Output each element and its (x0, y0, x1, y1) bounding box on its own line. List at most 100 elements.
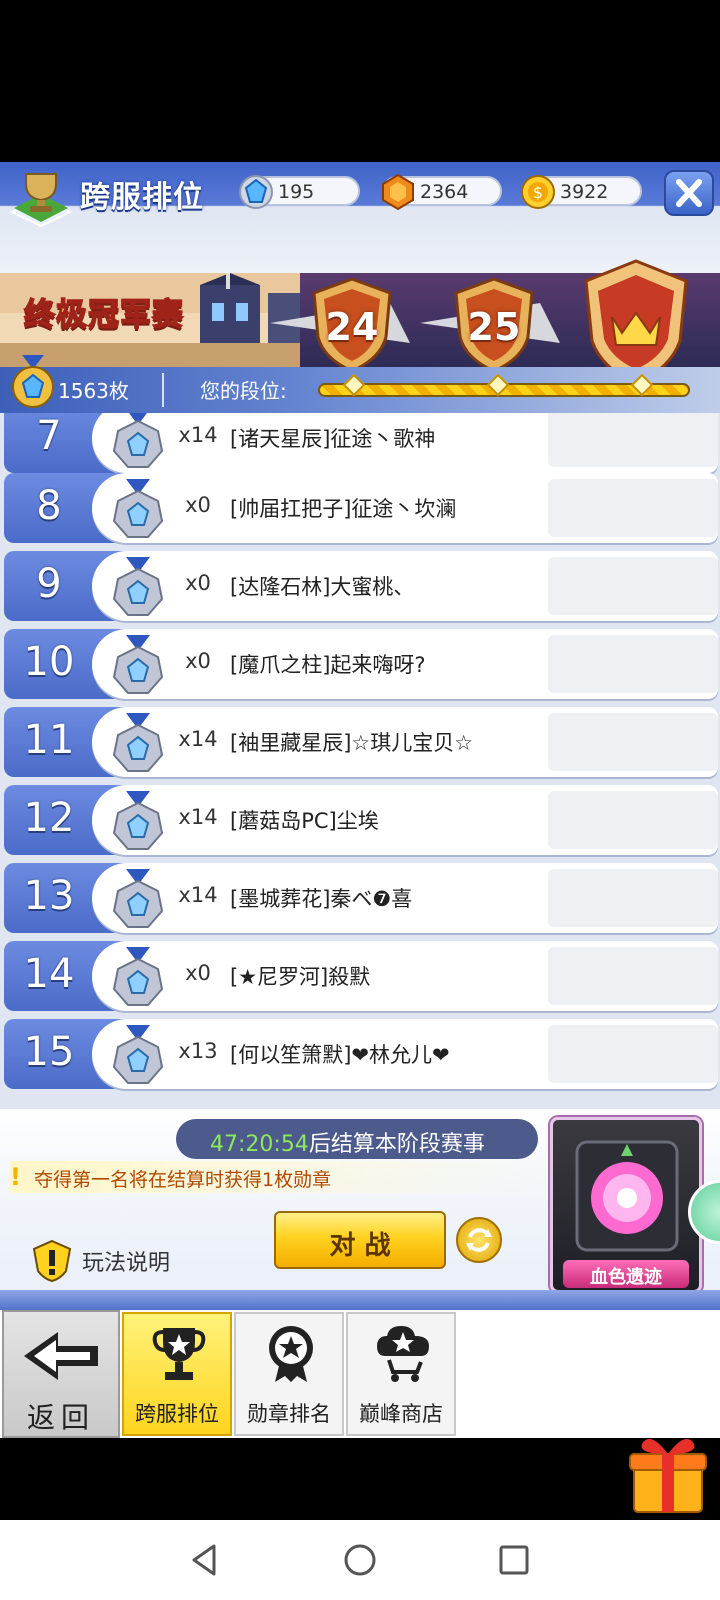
bottom-panel: 47:20:54后结算本阶段赛事 ! 夺得第一名将在结算时获得1枚勋章 玩法说明… (0, 1109, 720, 1309)
currency-value: 2364 (420, 181, 469, 203)
medal-count: x13 (178, 1039, 218, 1063)
medal-stack-icon (112, 713, 164, 772)
rank-number: 11 (23, 717, 75, 763)
ranking-row[interactable]: 12 x14 [蘑菇岛PC]尘埃 (4, 785, 718, 855)
blood-ruins-portal[interactable]: 血色遗迹 (550, 1117, 702, 1293)
gift-box-icon[interactable] (626, 1426, 710, 1516)
timer-suffix: 后结算本阶段赛事 (308, 1132, 485, 1157)
player-name: [帅届扛把子]征途丶坎澜 (230, 497, 457, 521)
currency-value: 3922 (560, 181, 609, 203)
tab-label: 巅峰商店 (359, 1402, 443, 1426)
rank-progress-row: 1563枚 您的段位: (0, 355, 720, 413)
player-name: [何以笙箫默]❤林允儿❤ (230, 1043, 450, 1067)
currency-orange-gem: 2364 (382, 173, 502, 211)
medal-icon (112, 557, 164, 616)
ranking-row[interactable]: 8 x0 [帅届扛把子]征途丶坎澜 (4, 473, 718, 543)
trophy-emblem-icon (9, 173, 73, 228)
ranking-row[interactable]: 7 x14 [诸天星辰]征途丶歌神 (4, 413, 718, 473)
rank-badge-24: 24 (310, 277, 394, 373)
medal-count: x0 (185, 571, 211, 595)
nav-home-icon[interactable] (340, 1540, 380, 1580)
ranking-row[interactable]: 9 x0 [达隆石林]大蜜桃、 (4, 551, 718, 621)
settlement-timer: 47:20:54后结算本阶段赛事 (176, 1119, 538, 1159)
exclamation-icon: ! (10, 1163, 21, 1191)
rank-number: 12 (23, 795, 75, 841)
row-right-panel (548, 791, 718, 849)
shop-cart-icon (377, 1326, 429, 1382)
medal-count: x14 (178, 883, 218, 907)
refresh-icon (466, 1228, 492, 1252)
divider (162, 373, 164, 407)
timer-value: 47:20:54 (210, 1132, 309, 1157)
warning-shield-icon[interactable] (32, 1239, 72, 1283)
currency-gold-coin: $ 3922 (521, 175, 642, 209)
medal-count: 1563枚 (58, 379, 129, 403)
portal-swirl-icon (575, 1140, 679, 1252)
your-rank-label: 您的段位: (200, 379, 287, 403)
row-right-panel (548, 413, 718, 467)
portal-label: 血色遗迹 (563, 1260, 689, 1288)
player-name: [袖里藏星辰]☆琪儿宝贝☆ (230, 731, 474, 755)
nav-recents-icon[interactable] (494, 1540, 534, 1580)
tab-label: 勋章排名 (247, 1402, 331, 1426)
ranking-row[interactable]: 10 x0 [魔爪之柱]起来嗨呀? (4, 629, 718, 699)
row-right-panel (548, 1025, 718, 1083)
tab-medal-ranking[interactable]: 勋章排名 (234, 1312, 344, 1436)
row-right-panel (548, 869, 718, 927)
rank-badge-25: 25 (452, 277, 536, 373)
back-label: 返回 (26, 1401, 95, 1434)
ranking-row[interactable]: 13 x14 [墨城葬花]秦ベ❼喜 (4, 863, 718, 933)
row-right-panel (548, 479, 718, 537)
medal-count: x14 (178, 423, 218, 447)
player-name: [魔爪之柱]起来嗨呀? (230, 653, 426, 677)
medal-star-icon (269, 1326, 313, 1382)
rank-number: 14 (23, 951, 75, 997)
currency-blue-gem: 195 (239, 175, 360, 209)
player-name: [★尼罗河]殺默 (230, 965, 371, 989)
refresh-button[interactable] (456, 1217, 502, 1263)
row-right-panel (548, 557, 718, 615)
close-button[interactable] (664, 170, 714, 216)
ranking-row[interactable]: 11 x14 [袖里藏星辰]☆琪儿宝贝☆ (4, 707, 718, 777)
event-title: 终极冠军赛 (23, 296, 184, 334)
player-name: [蘑菇岛PC]尘埃 (230, 809, 379, 833)
row-right-panel (548, 713, 718, 771)
back-button[interactable]: 返回 (2, 1310, 120, 1438)
trophy-icon (152, 1328, 206, 1380)
row-right-panel (548, 947, 718, 1005)
rules-button[interactable]: 玩法说明 (82, 1245, 170, 1277)
tab-label: 跨服排位 (135, 1402, 219, 1426)
nav-back-icon[interactable] (186, 1540, 226, 1580)
ranking-list[interactable]: 7 x14 [诸天星辰]征途丶歌神 8 x0 [帅届扛把子]征途丶坎澜 9 x0… (0, 413, 720, 1109)
medal-icon (112, 947, 164, 1006)
hint-text: 夺得第一名将在结算时获得1枚勋章 (34, 1169, 332, 1191)
rank-level: 25 (467, 305, 521, 349)
page-title: 跨服排位 (80, 180, 204, 215)
game-screen: 跨服排位 195 2364 $ 3922 终极冠军赛 24 25 1563枚 您… (0, 0, 720, 1600)
medal-stack-icon (112, 869, 164, 928)
rank-number: 13 (23, 873, 75, 919)
player-name: [墨城葬花]秦ベ❼喜 (230, 887, 413, 911)
player-name: [达隆石林]大蜜桃、 (230, 575, 415, 599)
row-right-panel (548, 635, 718, 693)
medal-stack-icon (112, 1025, 164, 1084)
battle-button[interactable]: 对 战 (274, 1211, 446, 1269)
gold-coin-icon: $ (521, 175, 555, 209)
ranking-row[interactable]: 15 x13 [何以笙箫默]❤林允儿❤ (4, 1019, 718, 1089)
ranking-row[interactable]: 14 x0 [★尼罗河]殺默 (4, 941, 718, 1011)
svg-text:$: $ (533, 183, 543, 202)
medal-icon (12, 355, 54, 408)
rank-number: 8 (36, 483, 62, 529)
rank-number: 15 (23, 1029, 75, 1075)
reward-hint: ! 夺得第一名将在结算时获得1枚勋章 (10, 1161, 550, 1193)
back-arrow-icon (24, 1332, 98, 1380)
panel-divider-strip (0, 1290, 720, 1310)
medal-count: x0 (185, 493, 211, 517)
tab-peak-shop[interactable]: 巅峰商店 (346, 1312, 456, 1436)
rank-level: 24 (325, 305, 379, 349)
player-name: [诸天星辰]征途丶歌神 (230, 427, 436, 451)
tab-cross-server-ranking[interactable]: 跨服排位 (122, 1312, 232, 1436)
medal-count: x0 (185, 961, 211, 985)
medal-stack-icon (112, 791, 164, 850)
medal-stack-icon (112, 413, 164, 468)
